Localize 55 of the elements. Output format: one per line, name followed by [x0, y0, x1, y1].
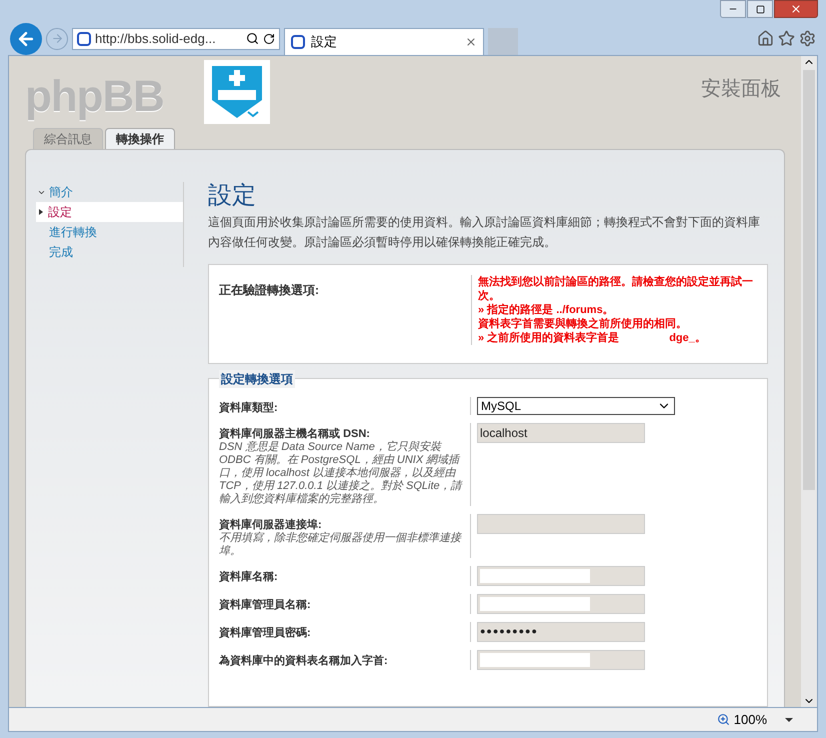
input-field[interactable]	[477, 594, 645, 614]
address-bar[interactable]: http://bbs.solid-edg...	[72, 28, 280, 50]
field-hint: DSN 意思是 Data Source Name，它只與安裝 ODBC 有關。在 PostgreSQL，經由 UNIX 網域插口，使用 localhost 以連接本地伺服器，以及經由 TCP，使用 127.0.0.1 以連接之。對於 SQLite，請輸入到您資料庫檔案的完整路徑。	[219, 441, 464, 506]
field-label: 為資料庫中的資料表名稱加入字首:	[219, 654, 389, 668]
dropdown-caret-icon[interactable]	[785, 718, 793, 722]
field-hint: 不用填寫，除非您確定伺服器使用一個非標準連接埠。	[219, 532, 463, 558]
forward-arrow-icon	[50, 32, 64, 45]
settings-icon[interactable]	[799, 30, 816, 47]
field-label: 資料庫類型:	[219, 400, 279, 415]
error-message: 無法找到您以前討論區的路徑。請檢查您的設定並再試一次。	[478, 275, 754, 303]
maximize-button[interactable]	[747, 0, 773, 18]
zoom-level[interactable]: 100%	[734, 710, 767, 730]
maximize-icon	[756, 4, 764, 14]
verify-label: 正在驗證轉換選項:	[219, 282, 320, 299]
field-label: 資料庫管理員名稱:	[219, 598, 312, 612]
browser-tab[interactable]: 設定	[284, 28, 484, 55]
field-label: 資料庫伺服器主機名稱或 DSN:	[219, 426, 371, 441]
sidebar-item[interactable]: 設定	[36, 202, 183, 222]
address-text: http://bbs.solid-edg...	[95, 30, 217, 48]
options-legend: 設定轉換選項	[219, 370, 295, 388]
close-icon	[790, 3, 802, 15]
field-label: 資料庫伺服器連接埠:	[219, 518, 323, 532]
input-field[interactable]	[477, 650, 645, 670]
error-message: » 指定的路徑是 ../forums。	[478, 303, 614, 317]
tab-title: 設定	[311, 33, 338, 52]
site-icon	[77, 32, 91, 46]
database-type-select[interactable]: MySQL	[477, 397, 675, 415]
pointer-icon	[39, 209, 43, 215]
close-icon[interactable]	[465, 36, 477, 48]
input-field[interactable]	[477, 514, 645, 534]
field-label: 資料庫管理員密碼:	[219, 626, 312, 640]
nav-tab[interactable]: 轉換操作	[105, 128, 175, 149]
panel-title: 安裝面板	[701, 77, 781, 102]
input-field[interactable]: ●●●●●●●●●	[477, 622, 645, 642]
error-message: » 之前所使用的資料表字首是	[478, 331, 620, 345]
field-label: 資料庫名稱:	[219, 570, 279, 584]
back-button[interactable]	[10, 22, 42, 54]
error-message: 資料表字首需要與轉換之前所使用的相同。	[478, 317, 687, 331]
star-icon[interactable]	[778, 30, 795, 47]
search-icon[interactable]	[246, 32, 259, 45]
sidebar-item[interactable]: 完成	[36, 242, 183, 262]
home-icon[interactable]	[757, 30, 774, 47]
close-button[interactable]	[774, 0, 818, 18]
refresh-icon[interactable]	[263, 32, 275, 44]
intro-paragraph: 這個頁面用於收集原討論區所需要的使用資料。輸入原討論區資料庫細節；轉換程式不會對下面的資料庫內容做任何改變。原討論區必須暫時停用以確保轉換能正確完成。	[208, 214, 761, 251]
input-field[interactable]: localhost	[477, 423, 645, 443]
error-message: dge_。	[669, 331, 706, 345]
site-icon	[291, 35, 305, 49]
input-field[interactable]	[477, 566, 645, 586]
sidebar-item[interactable]: 進行轉換	[36, 222, 183, 242]
shield-logo-icon	[204, 60, 270, 124]
page-title: 設定	[208, 182, 257, 210]
zoom-icon	[716, 713, 730, 726]
sidebar-item[interactable]: 簡介	[36, 182, 183, 202]
scrollbar[interactable]	[801, 56, 817, 707]
